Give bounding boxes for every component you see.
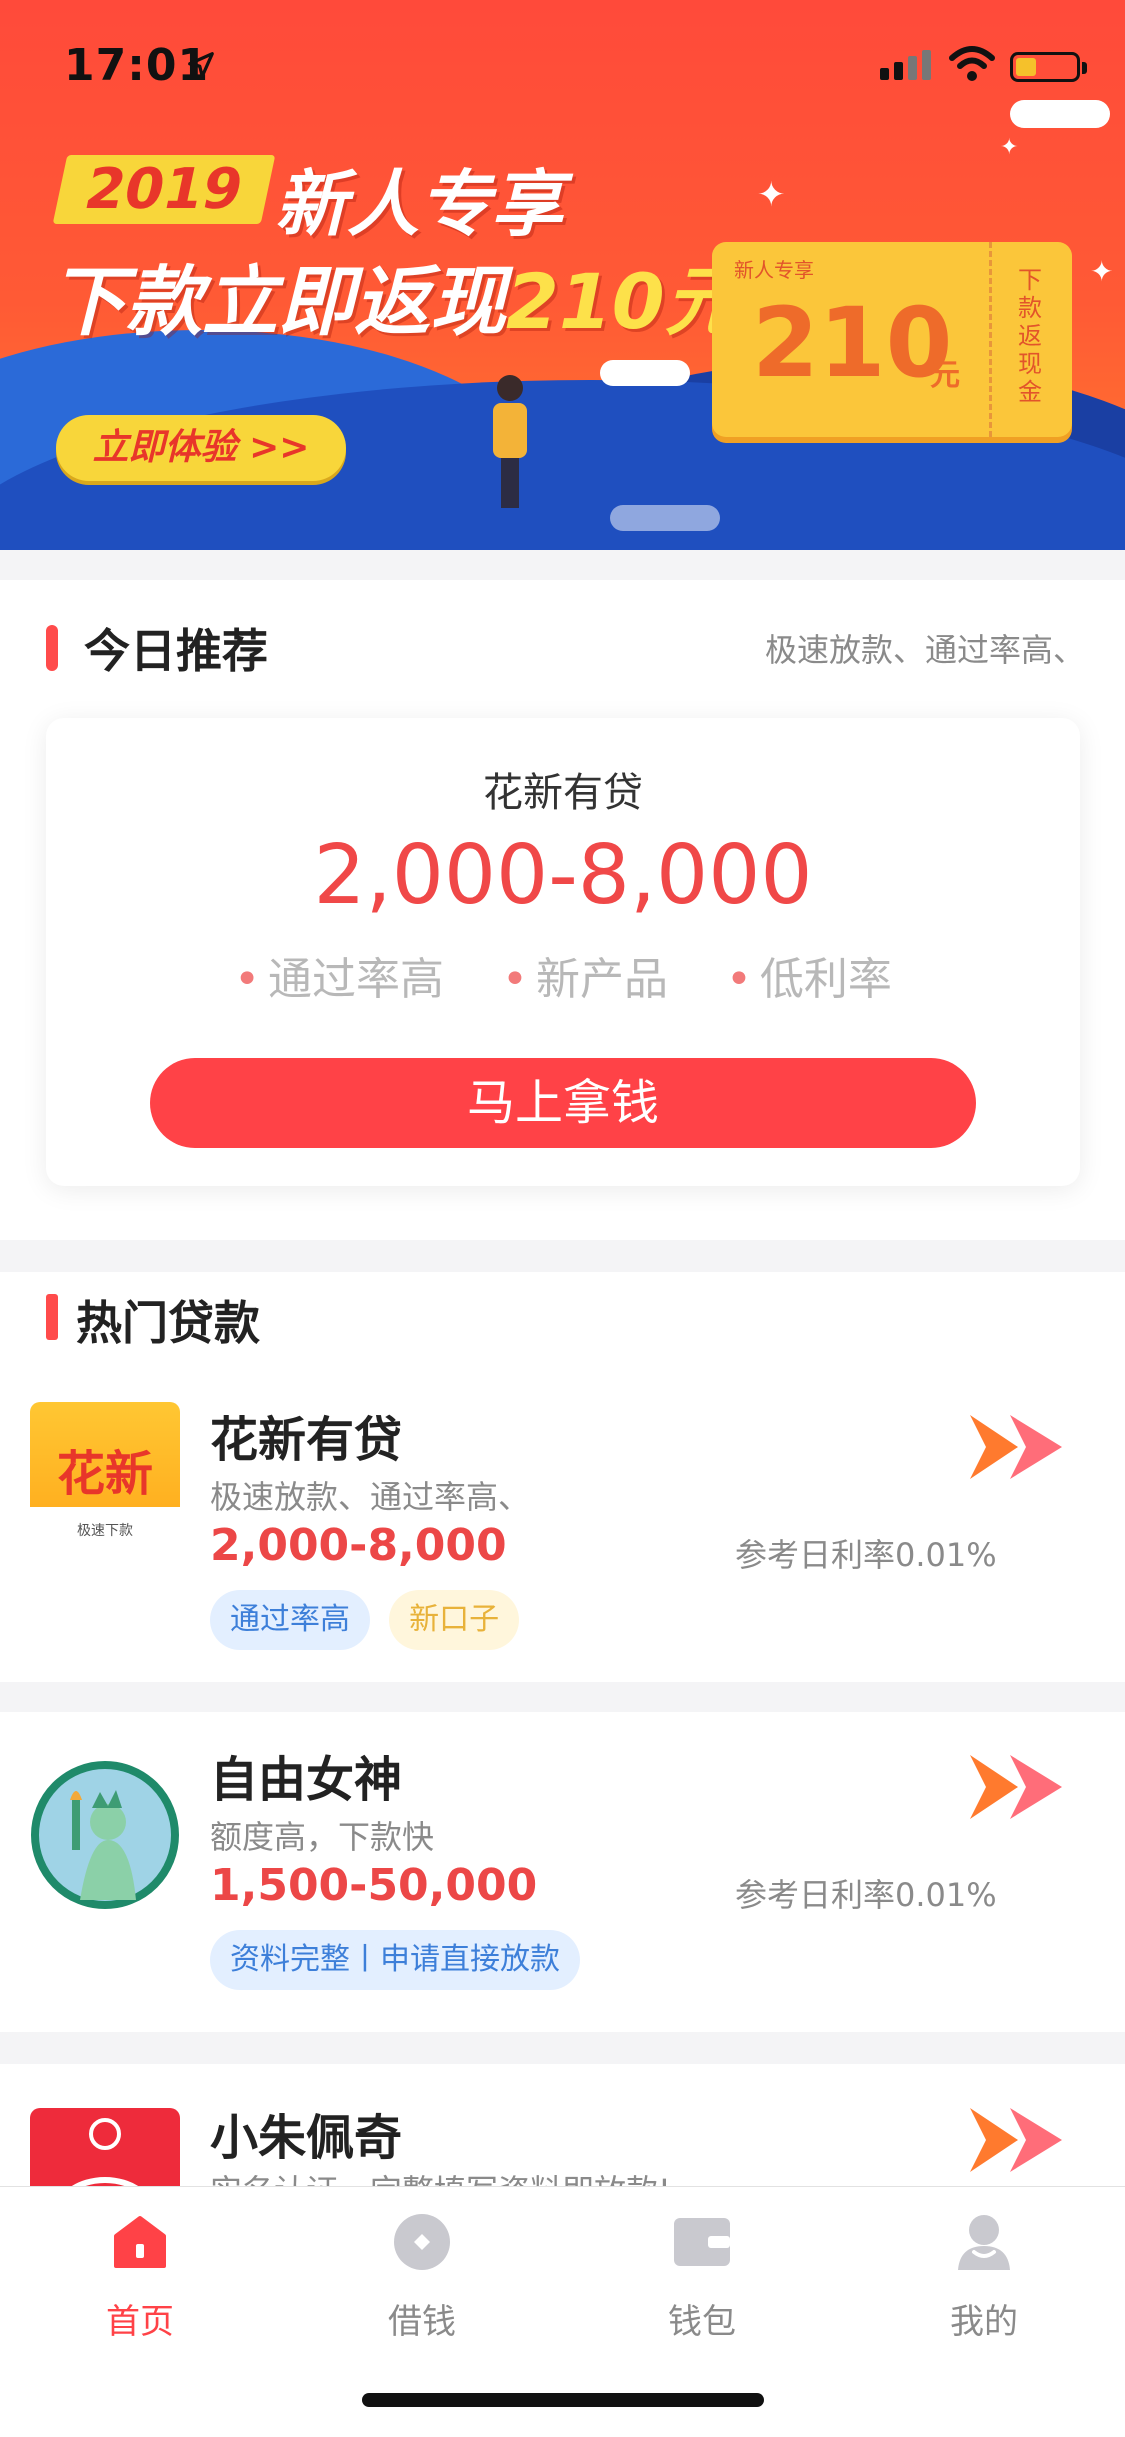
- loan-tags: 资料完整丨申请直接放款: [210, 1930, 594, 1990]
- recommend-tag: 新产品: [502, 954, 668, 1005]
- wifi-icon: [949, 46, 995, 81]
- promo-banner[interactable]: ✦ ✦ ✦ 17:01 2019 新人专享 下款立即返现210元 新人专享 21…: [0, 0, 1125, 550]
- tab-label: 我的: [950, 2302, 1018, 2342]
- wallet-icon: [674, 2218, 730, 2266]
- huaxin-logo: 花新 极速下款: [30, 1402, 180, 1552]
- coupon-tag: 新人专享: [734, 258, 814, 282]
- loan-description: 额度高，下款快: [210, 1818, 435, 1856]
- section-accent-bar: [46, 625, 58, 671]
- loan-amount-range: 1,500-50,000: [210, 1860, 538, 1911]
- sparkle-icon: ✦: [1000, 135, 1019, 160]
- cloud-decoration: [610, 505, 720, 531]
- loan-name: 花新有贷: [210, 1412, 403, 1468]
- cellular-signal-icon: [880, 50, 936, 80]
- recommend-tag: 低利率: [726, 954, 892, 1005]
- location-arrow-icon: [188, 52, 214, 78]
- loan-tag: 新口子: [389, 1590, 520, 1650]
- coupon-unit: 元: [930, 358, 960, 393]
- loan-name: 小朱佩奇: [210, 2110, 403, 2166]
- sparkle-icon: ✦: [757, 175, 786, 215]
- banner-title: 新人专享: [275, 162, 564, 246]
- recommend-tag: 通过率高: [234, 954, 444, 1005]
- banner-year-badge: 2019: [52, 155, 276, 224]
- battery-icon: [1010, 52, 1087, 82]
- today-recommend-section: 今日推荐 极速放款、通过率高、 花新有贷 2,000-8,000 通过率高 新产…: [0, 580, 1125, 1240]
- tab-profile[interactable]: 我的: [914, 2212, 1054, 2343]
- logo-text: 花新: [56, 1446, 153, 1502]
- try-now-button[interactable]: 立即体验 >>: [56, 415, 346, 481]
- loan-tags: 通过率高 新口子: [210, 1590, 533, 1650]
- tab-label: 借钱: [388, 2302, 456, 2342]
- tab-borrow[interactable]: 借钱: [352, 2212, 492, 2343]
- loan-item[interactable]: 花新 极速下款 花新有贷 极速放款、通过率高、 2,000-8,000 参考日利…: [0, 1372, 1125, 1682]
- tab-home[interactable]: 首页: [70, 2212, 210, 2343]
- double-arrow-icon[interactable]: [970, 1747, 1080, 1827]
- cloud-decoration: [600, 360, 690, 386]
- borrow-icon: [394, 2214, 450, 2270]
- recommend-card[interactable]: 花新有贷 2,000-8,000 通过率高 新产品 低利率 马上拿钱: [46, 718, 1080, 1186]
- section-accent-bar: [46, 1294, 58, 1340]
- loan-daily-rate: 参考日利率0.01%: [735, 1536, 997, 1574]
- double-arrow-icon[interactable]: [970, 1407, 1080, 1487]
- loan-name: 自由女神: [210, 1752, 403, 1808]
- loan-item[interactable]: 小朱佩奇 实名认证，完整填写资料即放款!: [0, 2064, 1125, 2186]
- tab-label: 钱包: [668, 2302, 736, 2342]
- banner-subtitle-text: 下款立即返现: [50, 257, 506, 346]
- coupon-side-text: 下款返现金: [1018, 266, 1042, 406]
- status-bar: 17:01: [0, 0, 1125, 130]
- loan-tag: 通过率高: [210, 1590, 370, 1650]
- loan-amount-range: 2,000-8,000: [210, 1520, 507, 1571]
- statue-of-liberty-logo: [31, 1761, 179, 1909]
- section-title: 热门贷款: [76, 1296, 260, 1350]
- coupon-amount: 210: [752, 287, 953, 399]
- home-indicator[interactable]: [362, 2393, 764, 2407]
- get-money-button[interactable]: 马上拿钱: [150, 1058, 976, 1148]
- loan-item[interactable]: 自由女神 额度高，下款快 1,500-50,000 参考日利率0.01% 资料完…: [0, 1712, 1125, 2032]
- cashback-coupon: 新人专享 210 元 下款返现金: [712, 242, 1072, 437]
- recommend-amount-range: 2,000-8,000: [313, 828, 813, 923]
- banner-cashback-amount: 210元: [506, 257, 741, 346]
- section-subtitle: 极速放款、通过率高、: [764, 631, 1085, 669]
- loan-description: 实名认证，完整填写资料即放款!: [210, 2166, 671, 2186]
- banner-subtitle: 下款立即返现210元: [50, 240, 741, 350]
- loan-daily-rate: 参考日利率0.01%: [735, 1876, 997, 1914]
- tab-label: 首页: [106, 2302, 174, 2342]
- section-title: 今日推荐: [84, 624, 268, 678]
- hot-loans-header: 热门贷款: [0, 1272, 1125, 1372]
- loan-description: 极速放款、通过率高、: [210, 1478, 531, 1516]
- coupon-stub: 下款返现金: [989, 242, 1072, 437]
- logo-subtext: 极速下款: [77, 1523, 133, 1539]
- piggy-bank-icon: [71, 2118, 139, 2186]
- sparkle-icon: ✦: [1090, 255, 1114, 288]
- piggy-bank-logo: [30, 2108, 180, 2186]
- recommend-product-name: 花新有贷: [483, 770, 643, 816]
- double-arrow-icon[interactable]: [970, 2100, 1080, 2180]
- tab-wallet[interactable]: 钱包: [632, 2212, 772, 2343]
- profile-icon: [958, 2215, 1010, 2270]
- home-icon: [114, 2216, 166, 2268]
- person-illustration: [493, 375, 527, 515]
- recommend-tags: 通过率高 新产品 低利率: [46, 943, 1080, 1007]
- loan-tag: 资料完整丨申请直接放款: [210, 1930, 580, 1990]
